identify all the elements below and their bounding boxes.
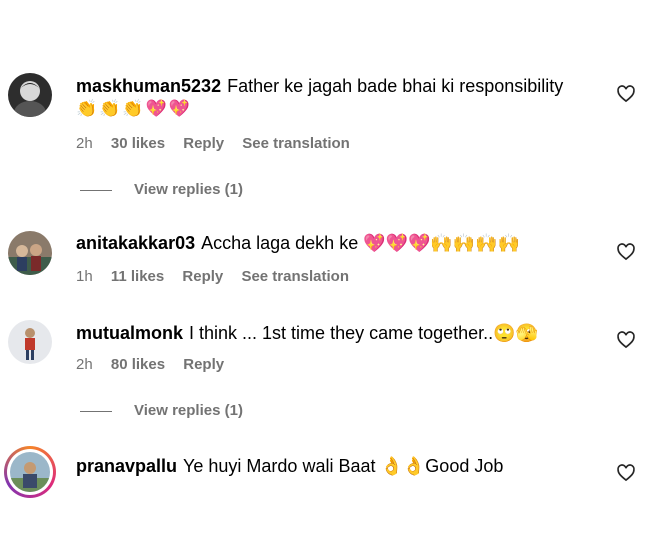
reply-button[interactable]: Reply xyxy=(183,356,224,373)
comment-time: 2h xyxy=(76,135,93,152)
heart-icon[interactable] xyxy=(616,242,636,262)
divider xyxy=(80,189,112,191)
comment-likes[interactable]: 80 likes xyxy=(111,356,165,373)
avatar[interactable] xyxy=(4,446,56,498)
comment-username[interactable]: maskhuman5232 xyxy=(76,76,221,96)
see-translation-button[interactable]: See translation xyxy=(242,135,350,152)
heart-icon[interactable] xyxy=(616,84,636,104)
view-replies-button[interactable]: View replies (1) xyxy=(80,401,243,421)
comment-text: I think ... 1st time they came together.… xyxy=(189,323,538,343)
comment-username[interactable]: mutualmonk xyxy=(76,323,183,343)
view-replies-button[interactable]: View replies (1) xyxy=(80,180,243,200)
divider xyxy=(80,410,112,412)
comment-time: 1h xyxy=(76,268,93,285)
comment-text: Father ke jagah bade bhai ki responsibil… xyxy=(227,76,564,96)
comment-emoji: 👏👏👏💖💖 xyxy=(76,99,192,118)
see-translation-button[interactable]: See translation xyxy=(241,268,349,285)
heart-icon[interactable] xyxy=(616,330,636,350)
avatar[interactable] xyxy=(8,231,52,275)
comment-time: 2h xyxy=(76,356,93,373)
comment-username[interactable]: anitakakkar03 xyxy=(76,233,195,253)
avatar[interactable] xyxy=(8,320,52,364)
heart-icon[interactable] xyxy=(616,463,636,483)
avatar[interactable] xyxy=(8,73,52,117)
comment-likes[interactable]: 30 likes xyxy=(111,135,165,152)
comment-text: Ye huyi Mardo wali Baat 👌👌Good Job xyxy=(183,456,504,476)
reply-button[interactable]: Reply xyxy=(183,135,224,152)
comment-text: Accha laga dekh ke 💖💖💖🙌🙌🙌🙌 xyxy=(201,233,521,253)
reply-button[interactable]: Reply xyxy=(182,268,223,285)
comment-username[interactable]: pranavpallu xyxy=(76,456,177,476)
comment-likes[interactable]: 11 likes xyxy=(111,268,164,285)
